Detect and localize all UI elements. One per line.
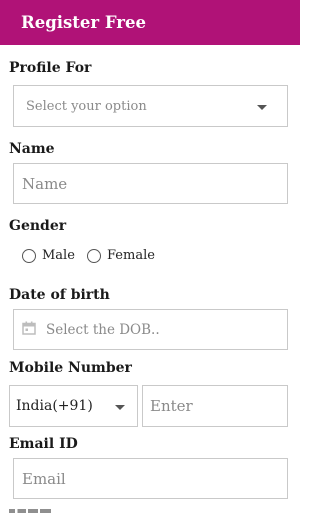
mobile-number-input[interactable]: Enter (142, 385, 288, 427)
app-header: Register Free (0, 0, 300, 45)
profile-for-placeholder: Select your option (26, 98, 147, 114)
male-label: Male (42, 248, 75, 263)
next-field-label-clipped (9, 509, 69, 513)
mobile-label: Mobile Number (9, 360, 132, 376)
gender-female-option[interactable]: Female (87, 248, 155, 263)
gender-male-option[interactable]: Male (22, 248, 75, 263)
male-radio[interactable] (22, 248, 36, 263)
email-label: Email ID (9, 436, 78, 452)
female-label: Female (107, 248, 155, 263)
calendar-icon (22, 321, 36, 339)
mobile-placeholder: Enter (150, 397, 193, 415)
name-placeholder: Name (22, 174, 68, 193)
email-input[interactable]: Email (13, 458, 288, 499)
dob-placeholder: Select the DOB.. (46, 321, 160, 338)
page-title: Register Free (21, 13, 146, 32)
dob-label: Date of birth (9, 287, 110, 303)
country-code-value: India(+91) (16, 398, 93, 414)
female-radio[interactable] (87, 248, 101, 263)
gender-label: Gender (9, 218, 67, 234)
country-code-select[interactable]: India(+91) (9, 385, 138, 427)
chevron-down-icon (257, 105, 267, 110)
profile-for-select[interactable]: Select your option (13, 85, 288, 127)
chevron-down-icon (115, 405, 125, 410)
name-label: Name (9, 141, 55, 157)
name-input[interactable]: Name (13, 163, 288, 204)
dob-input[interactable]: Select the DOB.. (13, 309, 288, 350)
email-placeholder: Email (22, 469, 66, 488)
profile-for-label: Profile For (9, 60, 92, 76)
